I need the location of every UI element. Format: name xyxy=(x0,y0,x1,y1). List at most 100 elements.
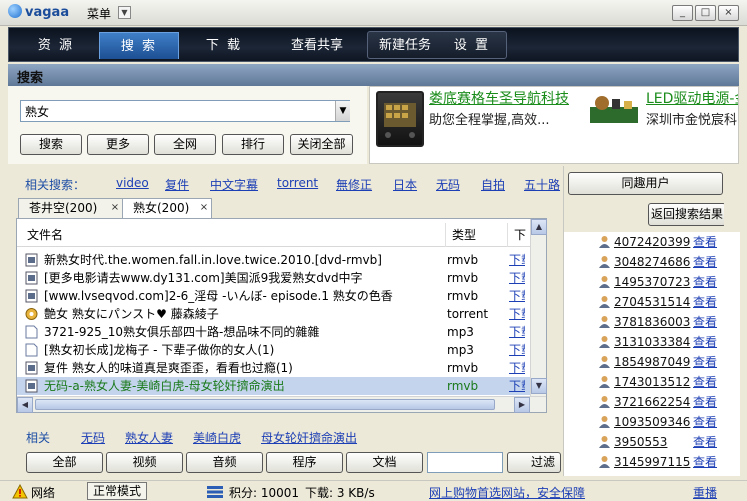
related-link[interactable]: video xyxy=(116,176,149,190)
list-item[interactable]: 4072420399 查看 xyxy=(564,232,740,252)
view-link[interactable]: 查看 xyxy=(693,232,717,252)
led-driver-image[interactable] xyxy=(588,93,640,133)
download-link[interactable]: 下载 xyxy=(509,377,525,395)
list-item[interactable]: 3048274686 查看 xyxy=(564,252,740,272)
user-id[interactable]: 1743013512 xyxy=(614,372,690,392)
filter-input[interactable] xyxy=(427,452,503,473)
download-link[interactable]: 下载 xyxy=(509,341,525,359)
view-link[interactable]: 查看 xyxy=(693,312,717,332)
file-name[interactable]: 无码-a-熟女人妻-美崎白虎-母女轮奸擠命演出 xyxy=(44,377,449,395)
network-status[interactable]: 网络 xyxy=(31,484,55,501)
column-header-filename[interactable]: 文件名 xyxy=(21,223,446,247)
view-link[interactable]: 查看 xyxy=(693,432,717,452)
filter-button[interactable]: 过滤 xyxy=(507,452,561,473)
table-row[interactable]: [www.lvseqvod.com]2-6_淫母 -いんぼ- episode.1… xyxy=(17,287,530,305)
scroll-up-icon[interactable]: ▲ xyxy=(531,219,547,235)
download-link[interactable]: 下载 xyxy=(509,305,525,323)
menu-dropdown-icon[interactable]: ▼ xyxy=(118,6,131,19)
results-horizontal-scrollbar[interactable]: ◀ ▶ xyxy=(17,396,546,413)
result-tab[interactable]: 苍井空(200) × xyxy=(18,198,123,218)
filter-program-button[interactable]: 程序 xyxy=(266,452,343,473)
ranking-button[interactable]: 排行 xyxy=(222,134,284,155)
filter-document-button[interactable]: 文档 xyxy=(346,452,423,473)
related-link[interactable]: 美崎白虎 xyxy=(193,429,241,446)
close-all-button[interactable]: 关闭全部 xyxy=(290,134,353,155)
related-link[interactable]: 熟女人妻 xyxy=(125,429,173,446)
column-header-download[interactable]: 下载 xyxy=(508,223,530,247)
table-row[interactable]: [熟女初长成]龙梅子 - 下辈子做你的女人(1) mp3 下载 xyxy=(17,341,530,359)
ad-title-1[interactable]: 娄底赛格车圣导航科技 xyxy=(429,88,569,108)
result-tab-active[interactable]: 熟女(200) × xyxy=(122,198,212,219)
whole-net-button[interactable]: 全网 xyxy=(154,134,216,155)
user-id[interactable]: 2704531514 xyxy=(614,292,690,312)
list-item[interactable]: 1495370723 查看 xyxy=(564,272,740,292)
replay-link[interactable]: 重播 xyxy=(693,484,717,501)
related-link[interactable]: 复件 xyxy=(165,176,189,193)
navigation-device-image[interactable] xyxy=(376,91,424,147)
related-link[interactable]: 無修正 xyxy=(336,176,372,193)
close-tab-icon[interactable]: × xyxy=(110,203,120,213)
ad-desc-2[interactable]: 深圳市金悦宸科 xyxy=(646,109,737,128)
user-id[interactable]: 3048274686 xyxy=(614,252,690,272)
list-item[interactable]: 1854987049 查看 xyxy=(564,352,740,372)
file-name[interactable]: [更多电影请去www.dy131.com]美国派9我爱熟女dvd中字 xyxy=(44,269,449,287)
download-link[interactable]: 下载 xyxy=(509,287,525,305)
file-name[interactable]: 3721-925_10熟女俱乐部四十路-想品味不同的雜雜 xyxy=(44,323,449,341)
file-name[interactable]: [熟女初长成]龙梅子 - 下辈子做你的女人(1) xyxy=(44,341,449,359)
table-row[interactable]: 3721-925_10熟女俱乐部四十路-想品味不同的雜雜 mp3 下载 xyxy=(17,323,530,341)
user-id[interactable]: 3781836003 xyxy=(614,312,690,332)
related-link[interactable]: 无码 xyxy=(436,176,460,193)
user-id[interactable]: 1495370723 xyxy=(614,272,690,292)
user-id[interactable]: 1854987049 xyxy=(614,352,690,372)
tab-search[interactable]: 搜 索 xyxy=(99,32,179,59)
settings-button[interactable]: 设 置 xyxy=(442,32,502,59)
user-id[interactable]: 1093509346 xyxy=(614,412,690,432)
download-link[interactable]: 下载 xyxy=(509,323,525,341)
table-row[interactable]: 复件 熟女人的味道真是爽歪歪，看看也过瘾(1) rmvb 下载 xyxy=(17,359,530,377)
view-link[interactable]: 查看 xyxy=(693,352,717,372)
list-item[interactable]: 3131033384 查看 xyxy=(564,332,740,352)
promo-link[interactable]: 网上购物首选网站，安全保障 xyxy=(429,484,585,501)
download-link[interactable]: 下载 xyxy=(509,251,525,269)
user-id[interactable]: 4072420399 xyxy=(614,232,690,252)
view-link[interactable]: 查看 xyxy=(693,412,717,432)
view-link[interactable]: 查看 xyxy=(693,372,717,392)
ad-title-2[interactable]: LED驱动电源-金 xyxy=(646,88,738,108)
column-header-type[interactable]: 类型 xyxy=(446,223,508,247)
file-name[interactable]: 复件 熟女人的味道真是爽歪歪，看看也过瘾(1) xyxy=(44,359,449,377)
related-link[interactable]: 中文字幕 xyxy=(210,176,258,193)
list-item[interactable]: 3721662254 查看 xyxy=(564,392,740,412)
new-task-button[interactable]: 新建任务 xyxy=(370,32,440,59)
tab-download[interactable]: 下 载 xyxy=(185,32,263,59)
list-item[interactable]: 3145997115 查看 xyxy=(564,452,740,472)
list-item[interactable]: 3781836003 查看 xyxy=(564,312,740,332)
close-tab-icon[interactable]: × xyxy=(199,203,209,213)
scroll-right-icon[interactable]: ▶ xyxy=(514,397,530,413)
filter-video-button[interactable]: 视频 xyxy=(106,452,183,473)
filter-all-button[interactable]: 全部 xyxy=(26,452,103,473)
user-id[interactable]: 3950553 xyxy=(614,432,667,452)
table-row-selected[interactable]: 无码-a-熟女人妻-美崎白虎-母女轮奸擠命演出 rmvb 下载 xyxy=(17,377,530,395)
minimize-button[interactable]: _ xyxy=(672,5,693,21)
list-item[interactable]: 2704531514 查看 xyxy=(564,292,740,312)
back-to-results-button[interactable]: 返回搜索结果 xyxy=(648,203,726,226)
tab-view-shared[interactable]: 查看共享 xyxy=(271,32,363,59)
maximize-button[interactable]: □ xyxy=(695,5,716,21)
more-button[interactable]: 更多 xyxy=(87,134,149,155)
related-link[interactable]: torrent xyxy=(277,176,318,190)
ad-banner[interactable]: 娄底赛格车圣导航科技 助您全程掌握,高效... LED驱动电源-金 深圳市金悦宸… xyxy=(369,86,739,164)
scroll-thumb[interactable] xyxy=(35,399,495,410)
user-id[interactable]: 3131033384 xyxy=(614,332,690,352)
view-link[interactable]: 查看 xyxy=(693,272,717,292)
search-history-dropdown-icon[interactable]: ▼ xyxy=(335,101,350,121)
related-link[interactable]: 五十路 xyxy=(524,176,560,193)
list-item[interactable]: 1093509346 查看 xyxy=(564,412,740,432)
download-link[interactable]: 下载 xyxy=(509,359,525,377)
list-item[interactable]: 1743013512 查看 xyxy=(564,372,740,392)
related-link[interactable]: 母女轮奸擠命演出 xyxy=(261,429,357,446)
table-row[interactable]: 新熟女时代.the.women.fall.in.love.twice.2010.… xyxy=(17,251,530,269)
scroll-down-icon[interactable]: ▼ xyxy=(531,378,547,394)
scroll-left-icon[interactable]: ◀ xyxy=(17,397,33,413)
download-link[interactable]: 下载 xyxy=(509,269,525,287)
related-link[interactable]: 自拍 xyxy=(481,176,505,193)
